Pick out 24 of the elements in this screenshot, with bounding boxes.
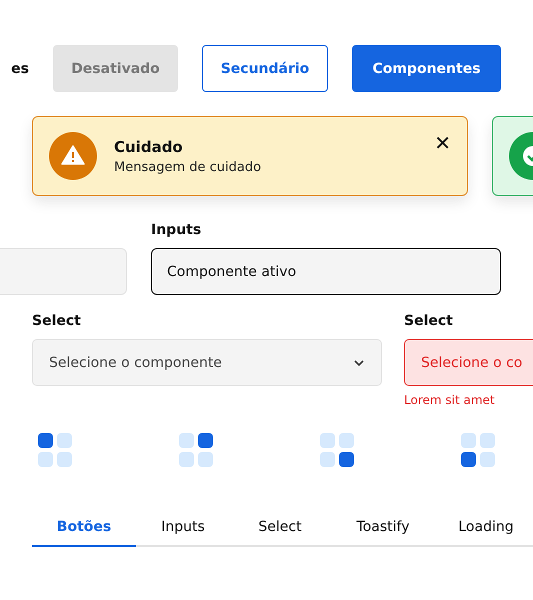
- field-label: Inputs: [151, 222, 202, 238]
- field-label: Select: [32, 313, 82, 329]
- loader-grid-icon: [179, 433, 213, 467]
- tab[interactable]: Select: [230, 509, 330, 547]
- tab[interactable]: Botões: [32, 509, 136, 547]
- select-field[interactable]: Selecione o componente: [32, 339, 382, 386]
- error-message: Lorem sit amet: [404, 393, 496, 407]
- toast-title: Cuidado: [114, 138, 184, 156]
- select-field[interactable]: Selecione o co: [404, 339, 533, 386]
- close-button[interactable]: ✕: [434, 131, 451, 155]
- field-label: Select: [404, 313, 454, 329]
- tab[interactable]: Toastify: [330, 509, 436, 547]
- tab[interactable]: Loading: [436, 509, 533, 547]
- input-field[interactable]: Componente ativo: [151, 248, 501, 295]
- primary-button[interactable]: Componentes: [352, 45, 501, 92]
- tab[interactable]: Inputs: [136, 509, 230, 547]
- loader-grid-icon: [38, 433, 72, 467]
- secondary-button[interactable]: Secundário: [202, 45, 328, 92]
- warning-icon: [49, 132, 97, 180]
- toast-message: Mensagem de cuidado: [114, 160, 262, 174]
- loader-grid-icon: [461, 433, 495, 467]
- chevron-down-icon: [353, 358, 365, 366]
- row-label: es: [10, 60, 29, 76]
- loader-grid-icon: [320, 433, 354, 467]
